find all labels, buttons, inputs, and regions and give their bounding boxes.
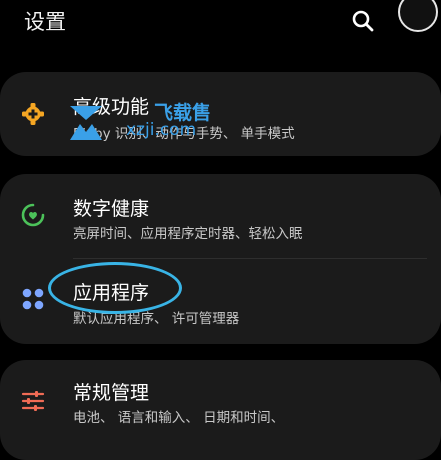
wellbeing-icon bbox=[21, 203, 45, 227]
settings-card-general: 常规管理 电池、 语言和输入、 日期和时间、 bbox=[0, 360, 441, 460]
settings-row-advanced[interactable]: 高级功能 Bixby 识别、动作与手势、 单手模式 bbox=[0, 72, 441, 156]
settings-card-wellbeing-apps: 数字健康 亮屏时间、应用程序定时器、轻松入眠 应用程序 默认应用程序、 许可管理… bbox=[0, 174, 441, 344]
row-title: 常规管理 bbox=[73, 382, 150, 404]
header: 设置 bbox=[0, 0, 441, 56]
row-title: 高级功能 bbox=[73, 96, 150, 118]
settings-card-advanced: 高级功能 Bixby 识别、动作与手势、 单手模式 bbox=[0, 72, 441, 156]
sliders-icon bbox=[21, 391, 45, 411]
settings-row-digital-wellbeing[interactable]: 数字健康 亮屏时间、应用程序定时器、轻松入眠 bbox=[0, 174, 441, 258]
row-subtitle: 电池、 语言和输入、 日期和时间、 bbox=[73, 410, 285, 426]
highlight-circle bbox=[48, 262, 182, 314]
row-subtitle: Bixby 识别、动作与手势、 单手模式 bbox=[73, 126, 295, 142]
divider bbox=[73, 258, 427, 259]
puzzle-gear-icon bbox=[22, 103, 44, 125]
apps-grid-icon bbox=[22, 288, 44, 310]
settings-row-general-management[interactable]: 常规管理 电池、 语言和输入、 日期和时间、 bbox=[0, 360, 441, 444]
row-subtitle: 亮屏时间、应用程序定时器、轻松入眠 bbox=[73, 226, 303, 242]
page-title: 设置 bbox=[24, 10, 66, 34]
avatar[interactable] bbox=[398, 0, 438, 32]
row-title: 数字健康 bbox=[73, 198, 150, 220]
search-icon[interactable] bbox=[350, 8, 376, 34]
